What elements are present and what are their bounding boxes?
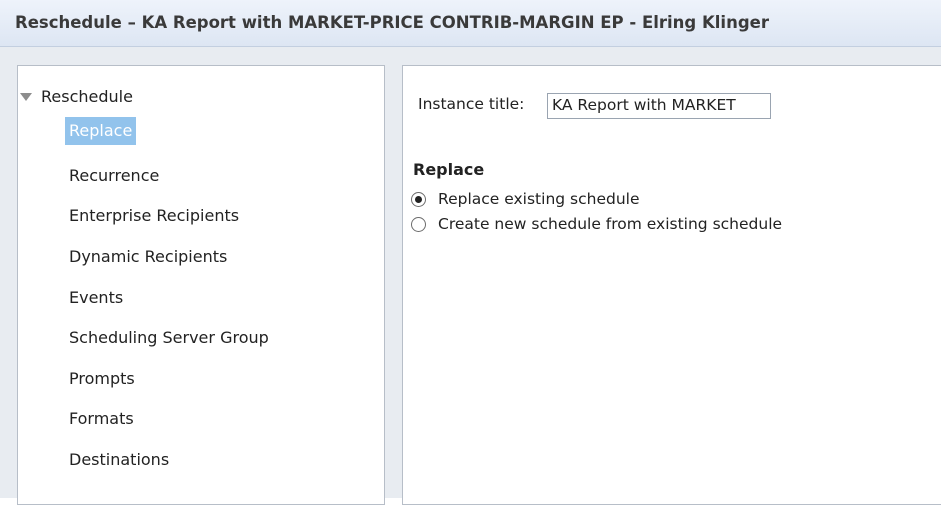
instance-title-label: Instance title: (418, 95, 525, 113)
tree-root-reschedule[interactable]: Reschedule (20, 84, 133, 108)
option-create-new[interactable]: Create new schedule from existing schedu… (411, 213, 782, 235)
nav-item-dynamic-recipients[interactable]: Dynamic Recipients (65, 243, 231, 271)
replace-section-heading: Replace (413, 160, 485, 179)
tree-root-label: Reschedule (41, 86, 133, 106)
nav-item-recurrence[interactable]: Recurrence (65, 162, 163, 190)
window-title: Reschedule – KA Report with MARKET-PRICE… (15, 13, 769, 32)
nav-item-events[interactable]: Events (65, 284, 127, 312)
instance-title-input[interactable]: KA Report with MARKET (547, 93, 771, 119)
nav-item-destinations[interactable]: Destinations (65, 446, 173, 474)
radio-replace-existing[interactable] (411, 191, 426, 207)
nav-item-replace[interactable]: Replace (65, 117, 137, 145)
option-replace-existing[interactable]: Replace existing schedule (411, 188, 640, 210)
radio-create-new[interactable] (411, 216, 426, 232)
title-bar: Reschedule – KA Report with MARKET-PRICE… (0, 0, 941, 47)
triangle-down-icon[interactable] (20, 93, 32, 101)
nav-item-enterprise-recipients[interactable]: Enterprise Recipients (65, 202, 243, 230)
nav-item-prompts[interactable]: Prompts (65, 365, 139, 393)
option-replace-existing-label: Replace existing schedule (438, 190, 640, 208)
content-pane (402, 65, 941, 505)
option-create-new-label: Create new schedule from existing schedu… (438, 215, 783, 233)
nav-item-formats[interactable]: Formats (65, 405, 138, 433)
nav-item-scheduling-server-group[interactable]: Scheduling Server Group (65, 324, 273, 352)
